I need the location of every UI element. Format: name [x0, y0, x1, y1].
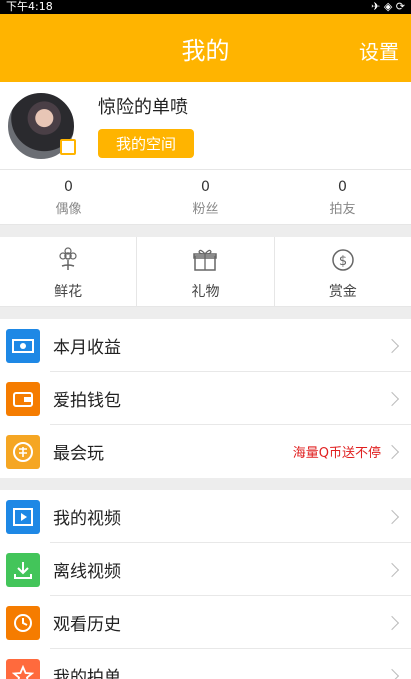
- gift-label: 鲜花: [54, 284, 83, 300]
- status-bar: 下午4:18 ✈ ◈ ⟳: [0, 0, 411, 14]
- menu-label: 我的视频: [53, 509, 121, 529]
- my-space-button[interactable]: 我的空间: [98, 129, 195, 158]
- gift-reward[interactable]: $ 赏金: [275, 237, 411, 306]
- menu-label: 我的拍单: [53, 668, 121, 679]
- menu-label: 本月收益: [53, 338, 121, 358]
- stat-fans[interactable]: 0 粉丝: [137, 170, 274, 224]
- menu-label: 离线视频: [53, 562, 121, 582]
- section-gap: [0, 225, 411, 237]
- stat-label: 拍友: [329, 202, 356, 217]
- settings-button[interactable]: 设置: [359, 36, 399, 65]
- gift-label: 赏金: [328, 284, 357, 300]
- stat-label: 偶像: [55, 202, 82, 217]
- section-gap: [0, 478, 411, 490]
- stat-idols[interactable]: 0 偶像: [0, 170, 137, 224]
- menu-item-my-list[interactable]: 我的拍单: [0, 649, 411, 679]
- wallet-icon: [6, 381, 40, 416]
- clock-icon: [6, 605, 40, 640]
- svg-text:$: $: [339, 254, 347, 269]
- chevron-right-icon: [384, 338, 400, 353]
- menu-label: 爱拍钱包: [53, 391, 121, 411]
- stats-row: 0 偶像 0 粉丝 0 拍友: [0, 170, 411, 225]
- stat-value: 0: [201, 179, 210, 195]
- chevron-right-icon: [384, 562, 400, 577]
- gift-icon: [193, 249, 218, 271]
- medal-icon: [6, 434, 40, 469]
- gift-label: 礼物: [191, 284, 220, 300]
- flower-icon: [59, 247, 77, 270]
- coin-icon: $: [332, 249, 354, 271]
- stat-label: 粉丝: [192, 202, 219, 217]
- app-bar: 我的 设置: [0, 14, 411, 82]
- menu-item-my-videos[interactable]: 我的视频: [0, 490, 411, 543]
- chevron-right-icon: [384, 391, 400, 406]
- gift-row: 鲜花 礼物 $ 赏金: [0, 237, 411, 307]
- chevron-right-icon: [384, 668, 400, 679]
- status-time: 下午4:18: [6, 0, 53, 13]
- income-icon: [6, 328, 40, 363]
- menu-item-income[interactable]: 本月收益: [0, 319, 411, 372]
- stat-friends[interactable]: 0 拍友: [274, 170, 411, 224]
- star-icon: [6, 658, 40, 679]
- menu-label: 最会玩: [53, 444, 104, 464]
- stat-value: 0: [64, 179, 73, 195]
- edit-icon[interactable]: [60, 138, 76, 155]
- menu-item-offline[interactable]: 离线视频: [0, 543, 411, 596]
- video-icon: [6, 499, 40, 534]
- chevron-right-icon: [384, 444, 400, 459]
- menu-item-playtime[interactable]: 最会玩 海量Q币送不停: [0, 425, 411, 478]
- status-icons: ✈ ◈ ⟳: [371, 0, 405, 13]
- avatar[interactable]: [6, 90, 76, 161]
- username: 惊险的单喷: [98, 97, 188, 118]
- chevron-right-icon: [384, 509, 400, 524]
- stat-value: 0: [338, 179, 347, 195]
- gift-present[interactable]: 礼物: [137, 237, 275, 306]
- menu-item-wallet[interactable]: 爱拍钱包: [0, 372, 411, 425]
- download-icon: [6, 552, 40, 587]
- page-title: 我的: [181, 36, 230, 65]
- profile-info: 惊险的单喷 我的空间: [98, 93, 195, 158]
- menu-earnings: 本月收益 爱拍钱包 最会玩 海量Q币送不停: [0, 319, 411, 478]
- section-gap: [0, 307, 411, 319]
- promo-text: 海量Q币送不停: [292, 446, 381, 461]
- chevron-right-icon: [384, 615, 400, 630]
- profile-card: 惊险的单喷 我的空间: [0, 82, 411, 170]
- menu-item-history[interactable]: 观看历史: [0, 596, 411, 649]
- gift-flowers[interactable]: 鲜花: [0, 237, 138, 306]
- menu-label: 观看历史: [53, 615, 121, 635]
- menu-videos: 我的视频 离线视频 观看历史 我的拍单: [0, 490, 411, 679]
